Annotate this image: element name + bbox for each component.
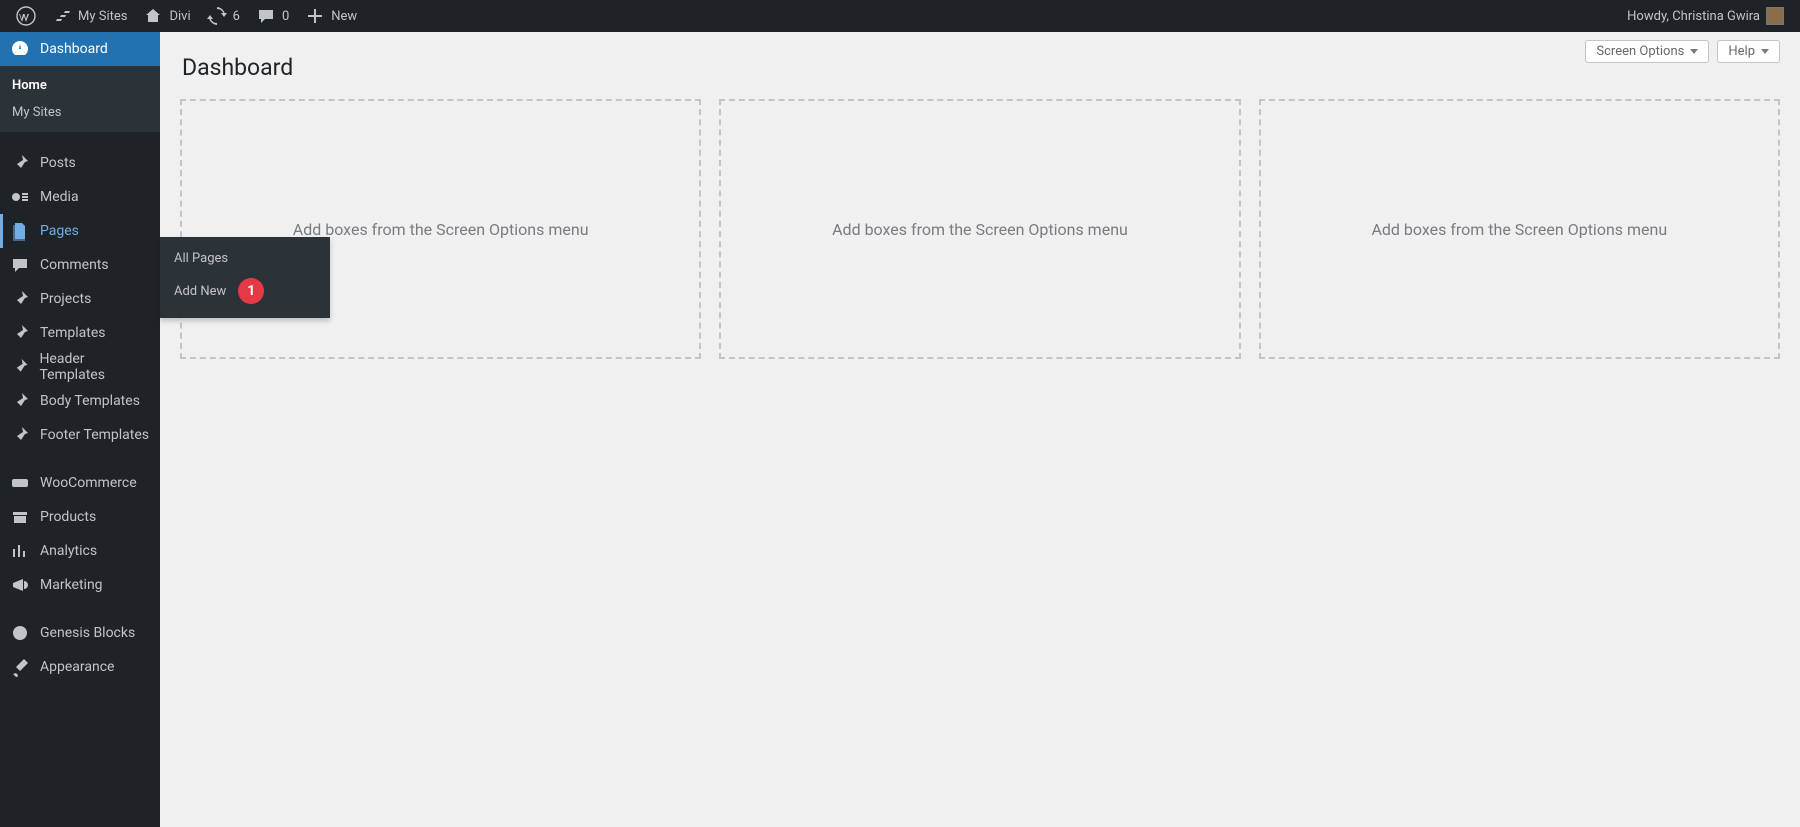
sidebar-item-analytics[interactable]: Analytics — [0, 534, 160, 568]
pin-icon — [10, 153, 30, 173]
sidebar-item-footer-templates[interactable]: Footer Templates — [0, 418, 160, 452]
comment-icon — [10, 255, 30, 275]
box-placeholder-text: Add boxes from the Screen Options menu — [1371, 220, 1667, 239]
content-area: Screen Options Help Dashboard Add boxes … — [160, 32, 1800, 827]
sidebar-item-templates[interactable]: Templates — [0, 316, 160, 350]
chart-bar-icon — [10, 541, 30, 561]
pin-icon — [10, 289, 30, 309]
chevron-down-icon — [1690, 49, 1698, 54]
flyout-item-all-pages[interactable]: All Pages — [160, 245, 330, 272]
my-sites-link[interactable]: My Sites — [44, 0, 135, 32]
sidebar-item-label: Products — [40, 509, 96, 525]
avatar — [1766, 7, 1784, 25]
account-link[interactable]: Howdy, Christina Gwira — [1619, 0, 1792, 32]
home-icon — [143, 6, 163, 26]
sidebar-subitem-home[interactable]: Home — [0, 72, 160, 99]
sidebar-item-projects[interactable]: Projects — [0, 282, 160, 316]
sidebar-item-label: Dashboard — [40, 41, 108, 57]
sidebar-item-label: Posts — [40, 155, 76, 171]
sidebar-item-body-templates[interactable]: Body Templates — [0, 384, 160, 418]
sidebar-item-label: Pages — [40, 223, 79, 239]
screen-options-button[interactable]: Screen Options — [1585, 40, 1709, 63]
pages-icon — [10, 221, 30, 241]
woo-icon — [10, 473, 30, 493]
sidebar-item-comments[interactable]: Comments — [0, 248, 160, 282]
help-label: Help — [1728, 44, 1755, 59]
sidebar-subitem-my-sites[interactable]: My Sites — [0, 99, 160, 126]
sidebar-item-label: Footer Templates — [40, 427, 149, 443]
sidebar-item-products[interactable]: Products — [0, 500, 160, 534]
updates-count: 6 — [233, 9, 240, 24]
dashboard-icon — [10, 39, 30, 59]
sidebar-item-pages[interactable]: Pages — [0, 214, 160, 248]
sidebar-item-label: Templates — [40, 325, 106, 341]
page-title: Dashboard — [182, 54, 1780, 81]
sidebar-item-label: Analytics — [40, 543, 97, 559]
sidebar-item-label: Comments — [40, 257, 109, 273]
sidebar-item-label: Projects — [40, 291, 91, 307]
comment-icon — [256, 6, 276, 26]
flyout-item-label: All Pages — [174, 251, 228, 266]
brush-icon — [10, 657, 30, 677]
annotation-badge: 1 — [238, 278, 264, 304]
chevron-down-icon — [1761, 49, 1769, 54]
sidebar-item-genesis-blocks[interactable]: Genesis Blocks — [0, 616, 160, 650]
pin-icon — [10, 391, 30, 411]
new-content-link[interactable]: New — [297, 0, 365, 32]
admin-toolbar: My Sites Divi 6 0 New — [0, 0, 1800, 32]
sidebar-item-label: WooCommerce — [40, 475, 137, 491]
sidebar-item-dashboard[interactable]: Dashboard — [0, 32, 160, 66]
sidebar-item-media[interactable]: Media — [0, 180, 160, 214]
comments-link[interactable]: 0 — [248, 0, 297, 32]
dashboard-box-placeholder[interactable]: Add boxes from the Screen Options menu — [1259, 99, 1780, 359]
sidebar-item-label: Genesis Blocks — [40, 625, 135, 641]
plus-icon — [305, 6, 325, 26]
dashboard-box-placeholder[interactable]: Add boxes from the Screen Options menu — [180, 99, 701, 359]
media-icon — [10, 187, 30, 207]
dashboard-box-placeholder[interactable]: Add boxes from the Screen Options menu — [719, 99, 1240, 359]
sidebar-item-woocommerce[interactable]: WooCommerce — [0, 466, 160, 500]
flyout-item-add-new[interactable]: Add New 1 — [160, 272, 330, 310]
new-content-label: New — [331, 9, 357, 24]
wordpress-icon — [16, 6, 36, 26]
sidebar-item-label: Appearance — [40, 659, 114, 675]
sidebar-item-marketing[interactable]: Marketing — [0, 568, 160, 602]
box-placeholder-text: Add boxes from the Screen Options menu — [832, 220, 1128, 239]
comments-count: 0 — [282, 9, 289, 24]
multisite-icon — [52, 6, 72, 26]
pin-icon — [10, 425, 30, 445]
help-button[interactable]: Help — [1717, 40, 1780, 63]
flyout-pages: All Pages Add New 1 — [160, 237, 330, 318]
site-name-link[interactable]: Divi — [135, 0, 198, 32]
sidebar-submenu-dashboard: Home My Sites — [0, 66, 160, 132]
screen-options-label: Screen Options — [1596, 44, 1684, 59]
dashboard-boxes: Add boxes from the Screen Options menu A… — [180, 99, 1780, 359]
archive-icon — [10, 507, 30, 527]
updates-link[interactable]: 6 — [199, 0, 248, 32]
sidebar-item-label: Body Templates — [40, 393, 140, 409]
update-icon — [207, 6, 227, 26]
genesis-icon — [10, 623, 30, 643]
flyout-item-label: Add New — [174, 284, 226, 299]
site-name-label: Divi — [169, 9, 190, 24]
sidebar-item-appearance[interactable]: Appearance — [0, 650, 160, 684]
sidebar-item-label: Marketing — [40, 577, 103, 593]
wp-logo[interactable] — [8, 0, 44, 32]
sidebar-item-header-templates[interactable]: Header Templates — [0, 350, 160, 384]
sidebar-item-label: Header Templates — [39, 351, 150, 383]
box-placeholder-text: Add boxes from the Screen Options menu — [293, 220, 589, 239]
my-sites-label: My Sites — [78, 9, 127, 24]
pin-icon — [10, 357, 29, 377]
admin-sidebar: Dashboard Home My Sites Posts Media Page… — [0, 32, 160, 827]
sidebar-item-posts[interactable]: Posts — [0, 146, 160, 180]
howdy-text: Howdy, Christina Gwira — [1627, 9, 1760, 24]
megaphone-icon — [10, 575, 30, 595]
sidebar-item-label: Media — [40, 189, 79, 205]
pin-icon — [10, 323, 30, 343]
